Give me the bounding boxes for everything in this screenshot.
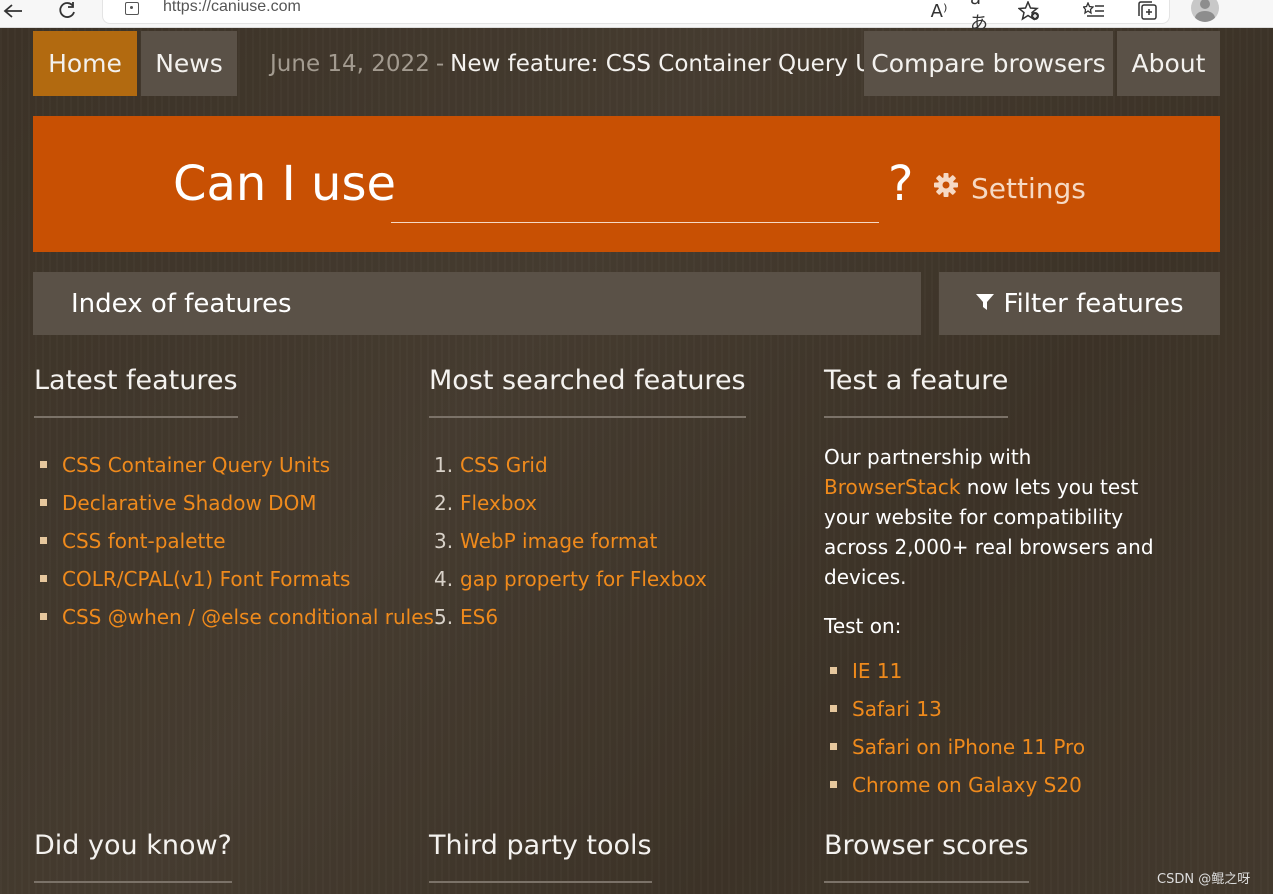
filter-icon (975, 289, 995, 319)
nav-compare-browsers[interactable]: Compare browsers (864, 31, 1113, 96)
search-banner: Can I use ? Settings (33, 116, 1220, 252)
collections-icon[interactable] (1136, 0, 1160, 22)
favorites-icon[interactable] (1082, 0, 1106, 22)
list-item-label[interactable]: WebP image format (460, 529, 657, 553)
profile-icon[interactable] (1191, 0, 1219, 22)
list-item[interactable]: 5. ES6 (429, 598, 746, 636)
list-number: 3. (434, 529, 454, 553)
most-searched-list: 1. CSS Grid 2. Flexbox 3. WebP image format… (429, 446, 746, 636)
read-aloud-icon[interactable]: A⁾ (926, 0, 952, 22)
browserstack-link[interactable]: BrowserStack (824, 475, 960, 499)
list-item[interactable]: 4. gap property for Flexbox (429, 560, 746, 598)
list-item[interactable]: Safari on iPhone 11 Pro (824, 728, 1174, 766)
news-ticker[interactable]: June 14, 2022 - New feature: CSS Contain… (270, 31, 914, 96)
third-party-heading: Third party tools (429, 830, 652, 883)
search-suffix: ? (888, 156, 914, 212)
search-prefix: Can I use (173, 156, 396, 212)
list-item[interactable]: Declarative Shadow DOM (34, 484, 434, 522)
test-feature-section: Test a feature Our partnership with Brow… (824, 365, 1174, 804)
list-item-label[interactable]: ES6 (460, 605, 498, 629)
index-title: Index of features (71, 288, 292, 319)
list-item[interactable]: Safari 13 (824, 690, 1174, 728)
back-arrow-icon[interactable] (2, 0, 24, 22)
test-feature-heading: Test a feature (824, 365, 1009, 418)
news-headline-link[interactable]: New feature: CSS Container Query Units (450, 51, 914, 77)
most-searched-section: Most searched features 1. CSS Grid 2. Flex… (429, 365, 746, 636)
list-item[interactable]: CSS font-palette (34, 522, 434, 560)
settings-button[interactable]: Settings (933, 172, 1086, 205)
test-on-list: IE 11 Safari 13 Safari on iPhone 11 Pro … (824, 652, 1174, 804)
list-item[interactable]: IE 11 (824, 652, 1174, 690)
add-favorite-icon[interactable] (1016, 0, 1042, 22)
test-on-label: Test on: (824, 614, 902, 638)
list-number: 5. (434, 605, 454, 629)
list-item-label[interactable]: Flexbox (460, 491, 537, 515)
latest-features-section: Latest features CSS Container Query Unit… (34, 365, 434, 636)
nav-about[interactable]: About (1117, 31, 1220, 96)
browser-toolbar: https://caniuse.com A⁾ aあ (0, 0, 1273, 34)
nav-home[interactable]: Home (33, 31, 137, 96)
index-of-features-bar[interactable]: Index of features (33, 272, 921, 335)
browser-scores-section: Browser scores (824, 830, 1029, 883)
refresh-icon[interactable] (55, 0, 79, 22)
address-url[interactable]: https://caniuse.com (163, 0, 301, 16)
list-item[interactable]: CSS @when / @else conditional rules (34, 598, 434, 636)
most-searched-heading: Most searched features (429, 365, 746, 418)
news-separator: - (435, 50, 445, 77)
third-party-section: Third party tools (429, 830, 652, 883)
filter-label: Filter features (1003, 288, 1184, 319)
description-text: Our partnership with (824, 445, 1032, 469)
latest-features-list: CSS Container Query Units Declarative Sh… (34, 446, 434, 636)
settings-label: Settings (971, 172, 1086, 205)
did-you-know-heading: Did you know? (34, 830, 232, 883)
news-date: June 14, 2022 (270, 50, 430, 77)
nav-news[interactable]: News (141, 31, 237, 96)
list-number: 1. (434, 453, 454, 477)
latest-features-heading: Latest features (34, 365, 238, 418)
list-item[interactable]: CSS Container Query Units (34, 446, 434, 484)
list-number: 4. (434, 567, 454, 591)
list-item[interactable]: COLR/CPAL(v1) Font Formats (34, 560, 434, 598)
list-item-label[interactable]: CSS Grid (460, 453, 548, 477)
filter-features-button[interactable]: Filter features (939, 272, 1220, 335)
search-input[interactable] (391, 156, 879, 223)
list-number: 2. (434, 491, 454, 515)
list-item[interactable]: 1. CSS Grid (429, 446, 746, 484)
translate-icon[interactable]: aあ (970, 0, 998, 34)
address-bar[interactable]: https://caniuse.com (102, 0, 1170, 24)
list-item[interactable]: 3. WebP image format (429, 522, 746, 560)
gear-icon (933, 172, 959, 205)
site-info-icon[interactable] (125, 2, 139, 15)
list-item-label[interactable]: gap property for Flexbox (460, 567, 707, 591)
test-feature-description: Our partnership with BrowserStack now le… (824, 442, 1174, 592)
list-item[interactable]: 2. Flexbox (429, 484, 746, 522)
browser-scores-heading: Browser scores (824, 830, 1029, 883)
did-you-know-section: Did you know? (34, 830, 232, 883)
watermark: CSDN @鲲之呀 (1157, 872, 1251, 887)
list-item[interactable]: Chrome on Galaxy S20 (824, 766, 1174, 804)
